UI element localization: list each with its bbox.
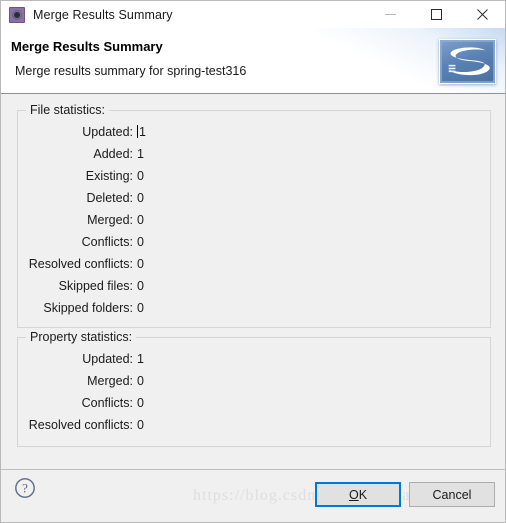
stat-value: 0	[137, 213, 144, 227]
text-caret	[137, 125, 138, 138]
stat-label: Existing:	[85, 169, 133, 183]
table-row: Conflicts: 0	[18, 231, 490, 253]
property-statistics-legend: Property statistics:	[26, 330, 137, 344]
window-title: Merge Results Summary	[33, 7, 173, 22]
stat-label: Merged:	[87, 213, 133, 227]
stat-value: 0	[137, 279, 144, 293]
stat-value: 0	[137, 374, 144, 388]
property-statistics-group: Property statistics: Updated: 1 Merged: …	[17, 330, 491, 447]
stat-label: Resolved conflicts:	[28, 418, 133, 432]
stat-value: 0	[137, 301, 144, 315]
table-row: Skipped files: 0	[18, 275, 490, 297]
merge-results-summary-dialog: Merge Results Summary Merge Results Summ…	[0, 0, 506, 523]
stat-label: Updated:	[82, 125, 133, 139]
stat-number: 1	[139, 125, 146, 139]
stat-value: 0	[137, 235, 144, 249]
help-question-icon[interactable]: ?	[14, 477, 36, 499]
dialog-header: Merge Results Summary Merge results summ…	[1, 28, 505, 94]
table-row: Added: 1	[18, 143, 490, 165]
stat-label: Resolved conflicts:	[28, 257, 133, 271]
stat-value: 0	[137, 191, 144, 205]
svg-text:?: ?	[22, 481, 28, 496]
stat-label: Conflicts:	[81, 396, 133, 410]
stat-value: 1	[137, 352, 144, 366]
page-title: Merge Results Summary	[11, 39, 163, 54]
svn-merge-icon	[9, 6, 25, 23]
logo-s-glyph	[440, 40, 495, 83]
stat-value: 0	[137, 169, 144, 183]
stat-label: Added:	[93, 147, 133, 161]
dialog-footer: ? https://blog.csdn.net/godbrilan OK Can…	[1, 469, 505, 522]
table-row: Merged: 0	[18, 209, 490, 231]
table-row: Deleted: 0	[18, 187, 490, 209]
table-row: Skipped folders: 0	[18, 297, 490, 319]
stat-label: Deleted:	[86, 191, 133, 205]
stat-label: Updated:	[82, 352, 133, 366]
table-row: Merged: 0	[18, 370, 490, 392]
subversive-logo	[439, 39, 496, 84]
stat-value: 0	[137, 418, 144, 432]
table-row: Resolved conflicts: 0	[18, 414, 490, 436]
table-row: Updated: 1	[18, 348, 490, 370]
close-icon[interactable]	[459, 1, 505, 28]
maximize-icon[interactable]	[413, 1, 459, 28]
cancel-button[interactable]: Cancel	[409, 482, 495, 507]
file-statistics-group: File statistics: Updated: 1 Added: 1 Exi…	[17, 103, 491, 328]
file-statistics-legend: File statistics:	[26, 103, 110, 117]
ok-button-label-rest: K	[358, 487, 368, 502]
table-row: Updated: 1	[18, 121, 490, 143]
stat-value: 0	[137, 257, 144, 271]
stat-label: Conflicts:	[81, 235, 133, 249]
dialog-body: File statistics: Updated: 1 Added: 1 Exi…	[1, 94, 505, 469]
stat-label: Skipped files:	[58, 279, 133, 293]
minimize-icon[interactable]	[367, 1, 413, 28]
stat-value: 1	[137, 147, 144, 161]
stat-value: 0	[137, 396, 144, 410]
ok-button-mnemonic: O	[348, 487, 359, 502]
stat-label: Skipped folders:	[43, 301, 133, 315]
stat-value: 1	[137, 125, 146, 139]
table-row: Resolved conflicts: 0	[18, 253, 490, 275]
title-bar: Merge Results Summary	[1, 1, 505, 28]
window-controls	[367, 1, 505, 28]
table-row: Conflicts: 0	[18, 392, 490, 414]
page-subtitle: Merge results summary for spring-test316	[15, 64, 247, 78]
property-statistics-rows: Updated: 1 Merged: 0 Conflicts: 0 Resolv…	[18, 348, 490, 436]
table-row: Existing: 0	[18, 165, 490, 187]
stat-label: Merged:	[87, 374, 133, 388]
file-statistics-rows: Updated: 1 Added: 1 Existing: 0 Deleted:…	[18, 121, 490, 319]
ok-button[interactable]: OK	[315, 482, 401, 507]
